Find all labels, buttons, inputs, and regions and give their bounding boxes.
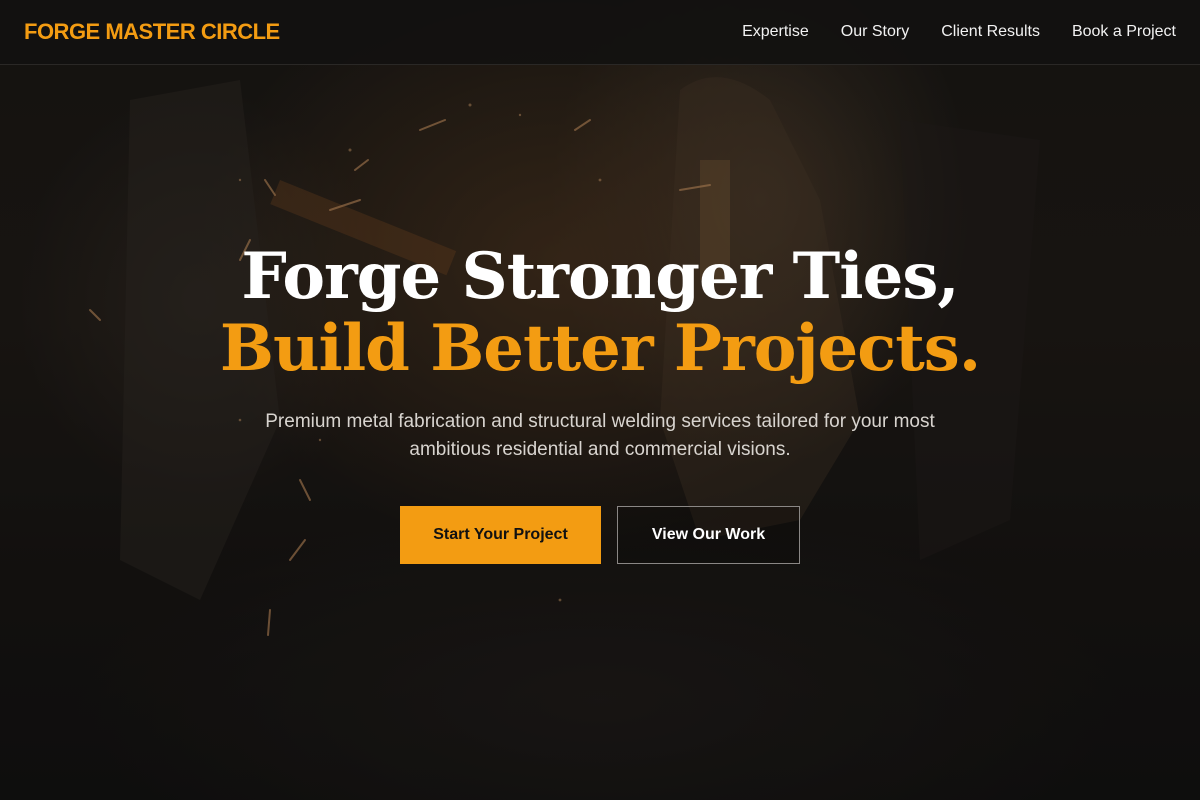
start-project-button[interactable]: Start Your Project	[400, 506, 601, 564]
nav-link-expertise[interactable]: Expertise	[742, 23, 809, 41]
hero-subtitle: Premium metal fabrication and structural…	[265, 411, 935, 460]
hero-cta-row: Start Your Project View Our Work	[0, 506, 1200, 564]
nav-link-book-a-project[interactable]: Book a Project	[1072, 23, 1176, 41]
nav-link-client-results[interactable]: Client Results	[941, 23, 1040, 41]
hero-headline-line2: Build Better Projects.	[219, 311, 981, 386]
nav-links: Expertise Our Story Client Results Book …	[742, 23, 1176, 41]
view-work-button[interactable]: View Our Work	[617, 506, 800, 564]
top-navigation-bar: FORGE MASTER CIRCLE Expertise Our Story …	[0, 0, 1200, 65]
hero-headline-line1: Forge Stronger Ties,	[241, 239, 959, 314]
nav-link-our-story[interactable]: Our Story	[841, 23, 909, 41]
hero-section: Forge Stronger Ties, Build Better Projec…	[0, 240, 1200, 564]
site-logo[interactable]: FORGE MASTER CIRCLE	[24, 19, 280, 45]
hero-headline: Forge Stronger Ties, Build Better Projec…	[0, 240, 1200, 384]
